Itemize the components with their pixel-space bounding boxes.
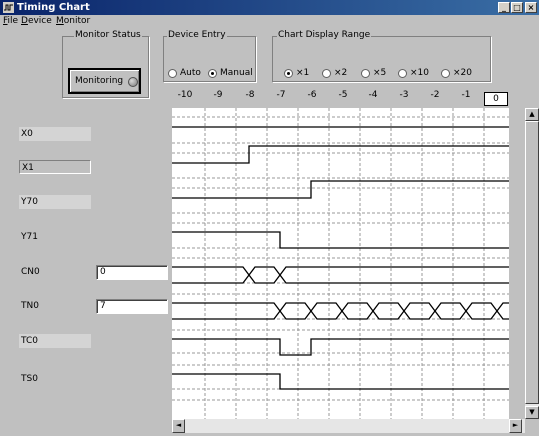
device-label-tn0: TN0 — [21, 301, 39, 311]
close-button[interactable]: × — [525, 2, 537, 13]
radio-range-x2[interactable] — [322, 69, 331, 78]
signal-cn0 — [172, 266, 509, 284]
menu-bar: File Device Monitor — [0, 15, 539, 28]
device-label-ts0: TS0 — [21, 374, 38, 384]
arrow-left-icon[interactable]: ◄ — [172, 419, 185, 433]
monitoring-button-label: Monitoring — [75, 76, 124, 86]
monitoring-button[interactable]: Monitoring — [68, 68, 141, 94]
radio-range-x1-label: ×1 — [296, 68, 310, 78]
vertical-scrollbar[interactable]: ▲ ▼ — [525, 108, 539, 419]
time-tick: -2 — [430, 90, 440, 100]
radio-range-x5-label: ×5 — [373, 68, 387, 78]
display-range-label: Chart Display Range — [277, 30, 372, 40]
device-label-tc0: TC0 — [19, 334, 91, 348]
radio-auto-label: Auto — [180, 68, 201, 78]
monitor-status-label: Monitor Status — [74, 30, 142, 40]
device-label-cn0: CN0 — [21, 267, 40, 277]
timing-chart — [172, 108, 509, 419]
time-tick: -3 — [399, 90, 409, 100]
radio-manual[interactable] — [208, 69, 217, 78]
arrow-up-icon[interactable]: ▲ — [525, 108, 539, 121]
radio-range-x10[interactable] — [398, 69, 407, 78]
timing-chart-icon — [3, 2, 14, 13]
device-entry-label: Device Entry — [167, 30, 227, 40]
time-tick: -9 — [213, 90, 223, 100]
vertical-scroll-thumb[interactable] — [525, 121, 539, 404]
radio-range-x20-label: ×20 — [453, 68, 472, 78]
signal-ts0 — [172, 373, 509, 390]
menu-file[interactable]: File — [3, 16, 18, 27]
title-bar[interactable]: Timing Chart _ □ × — [0, 0, 539, 15]
signal-tn0 — [172, 302, 509, 320]
time-tick: -1 — [461, 90, 471, 100]
cn0-value-field[interactable]: 0 — [96, 265, 168, 280]
menu-device[interactable]: Device — [21, 16, 52, 27]
device-label-y71: Y71 — [21, 232, 38, 242]
radio-range-x1[interactable] — [284, 69, 293, 78]
menu-monitor[interactable]: Monitor — [56, 16, 90, 27]
signal-x1 — [172, 145, 509, 164]
tn0-value-field[interactable]: 7 — [96, 299, 168, 314]
time-tick: -7 — [276, 90, 286, 100]
chart-grid — [172, 108, 509, 419]
radio-range-x5[interactable] — [361, 69, 370, 78]
maximize-button[interactable]: □ — [511, 2, 523, 13]
current-time-marker: 0 — [484, 92, 508, 106]
device-label-x0: X0 — [19, 127, 91, 141]
signal-y71 — [172, 231, 509, 249]
minimize-button[interactable]: _ — [498, 2, 510, 13]
radio-range-x10-label: ×10 — [410, 68, 429, 78]
device-label-y70: Y70 — [19, 195, 91, 209]
radio-auto[interactable] — [168, 69, 177, 78]
time-tick: -6 — [307, 90, 317, 100]
time-tick: -10 — [177, 90, 193, 100]
status-lamp-icon — [128, 77, 138, 87]
time-tick: -8 — [245, 90, 255, 100]
radio-range-x2-label: ×2 — [334, 68, 348, 78]
time-tick: -5 — [338, 90, 348, 100]
horizontal-scrollbar[interactable]: ◄ ► — [172, 419, 525, 433]
arrow-right-icon[interactable]: ► — [509, 419, 522, 433]
radio-manual-label: Manual — [220, 68, 253, 78]
device-label-x1: X1 — [19, 160, 91, 174]
signal-y70 — [172, 180, 509, 199]
window-title: Timing Chart — [17, 2, 90, 13]
radio-range-x20[interactable] — [441, 69, 450, 78]
time-tick: -4 — [368, 90, 378, 100]
arrow-down-icon[interactable]: ▼ — [525, 406, 539, 419]
